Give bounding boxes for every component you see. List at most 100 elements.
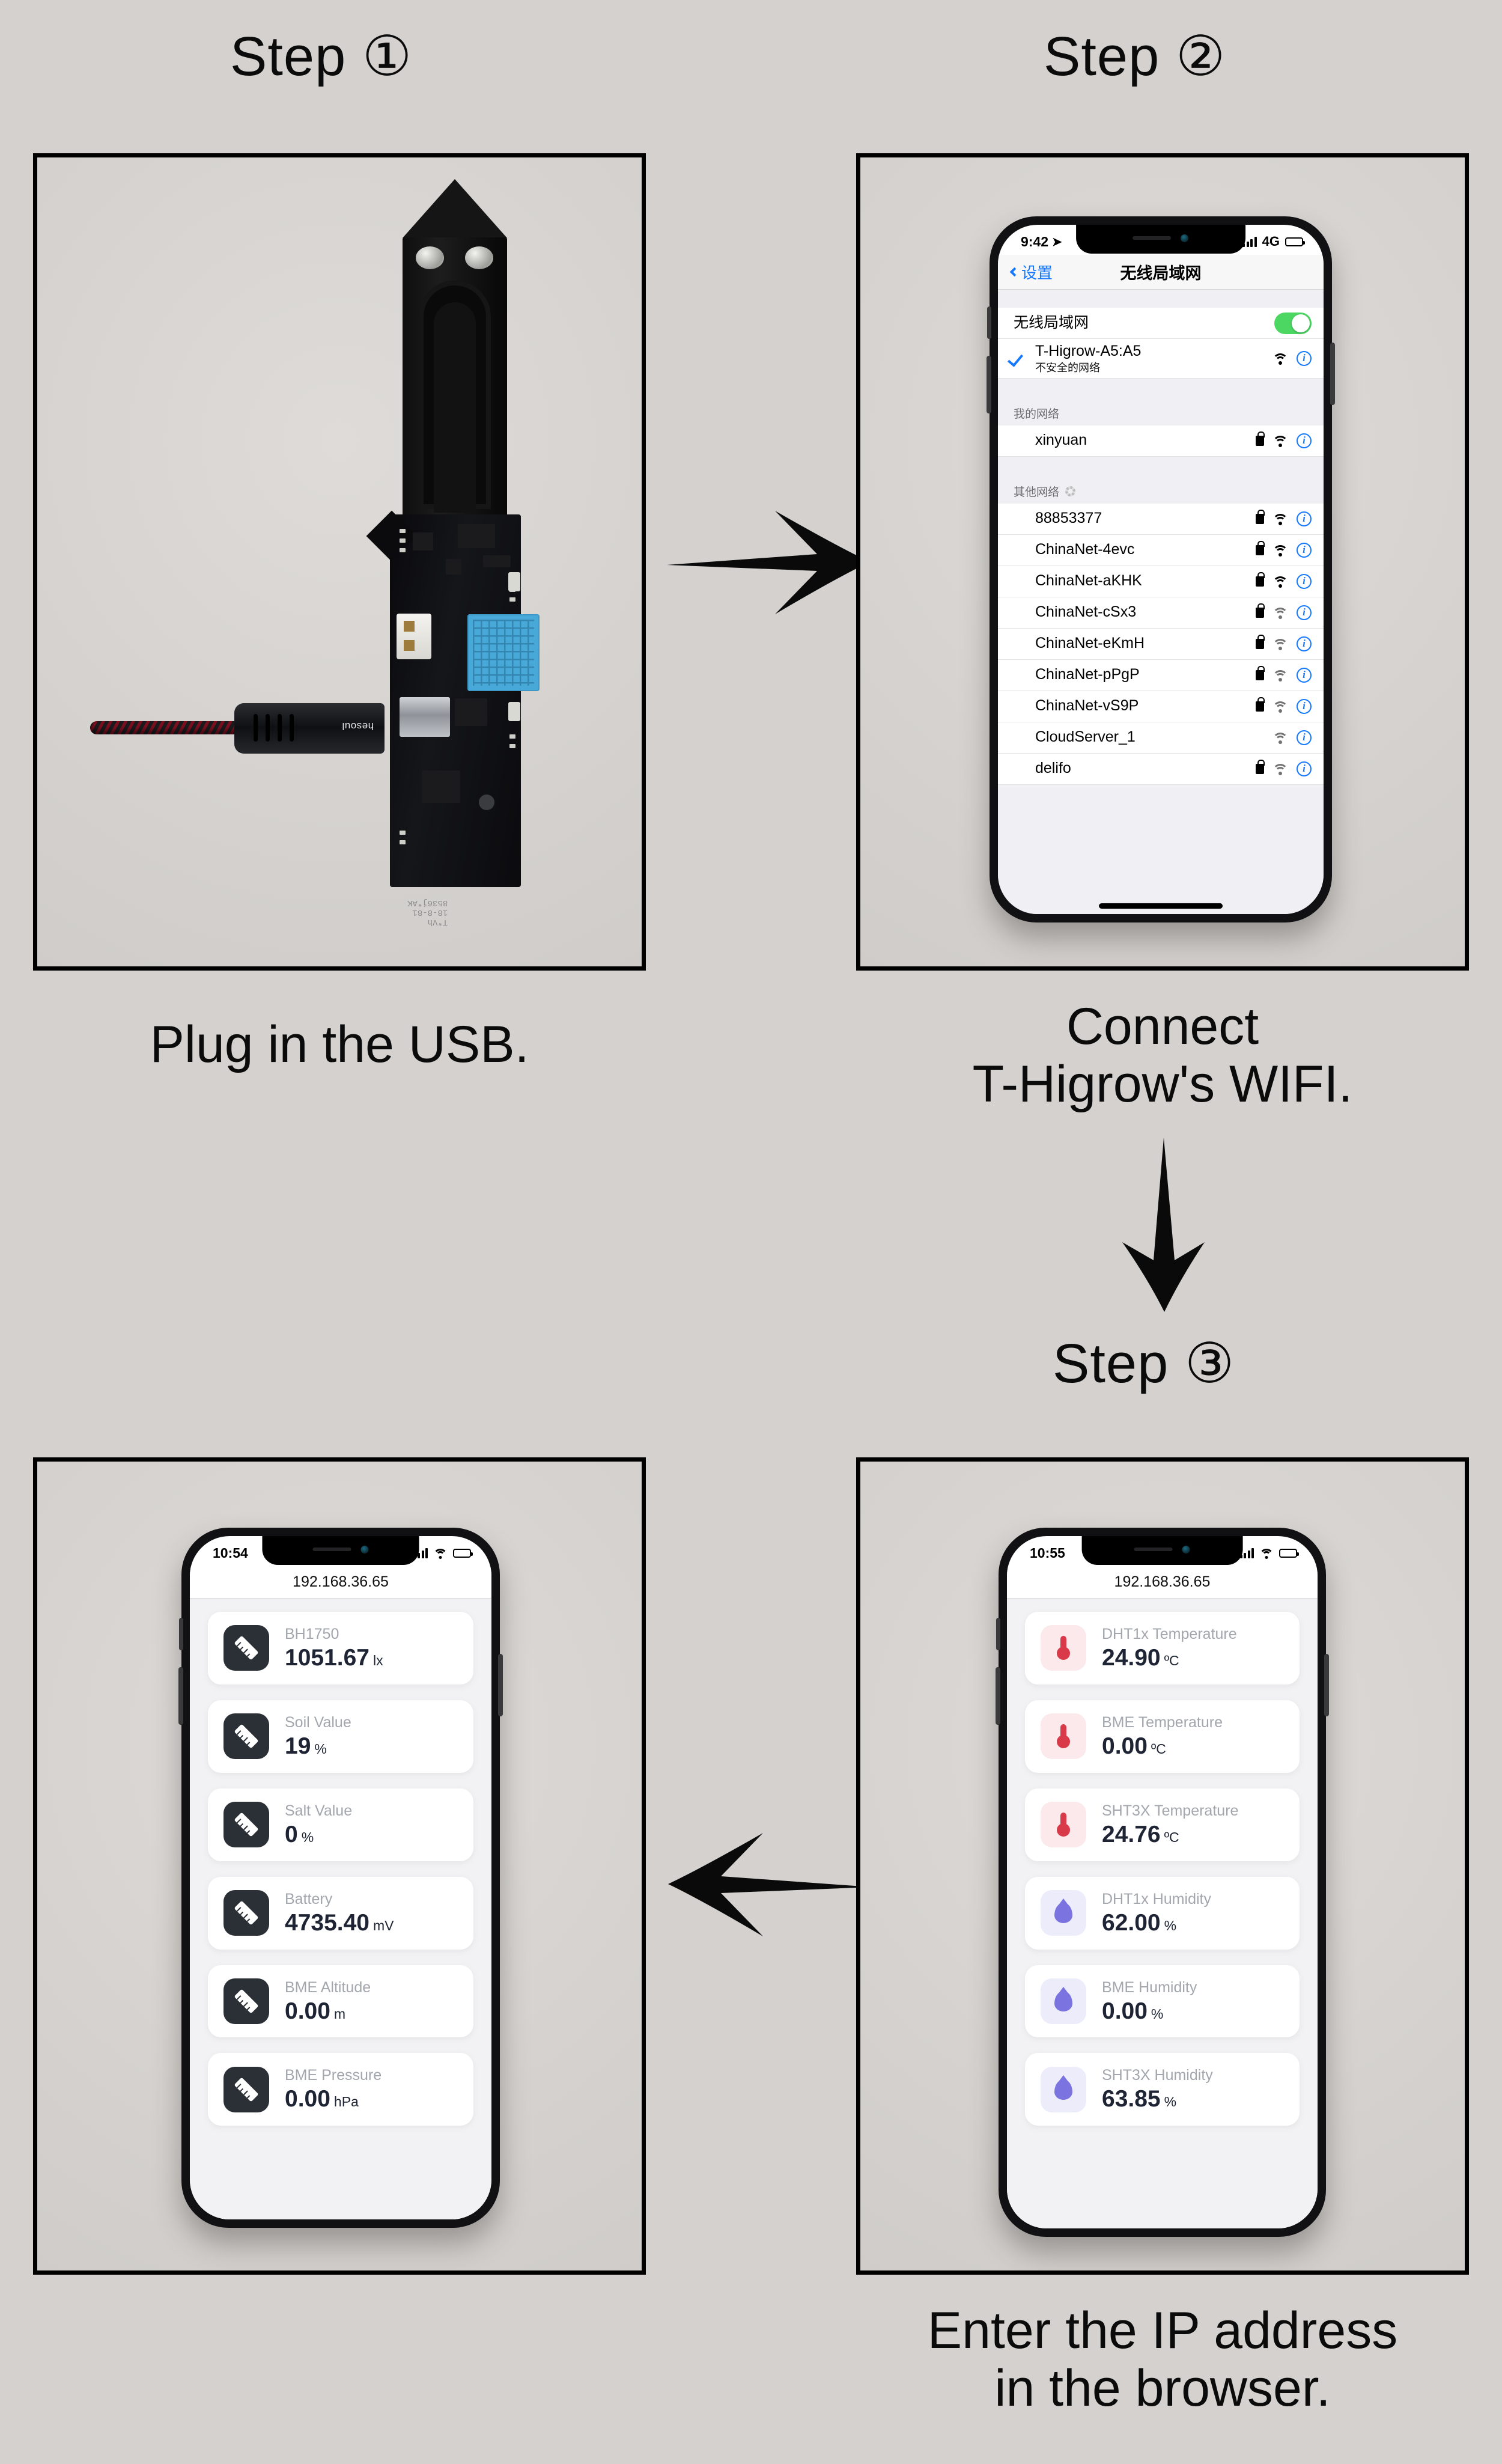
sensor-card[interactable]: BME Altitude 0.00 m xyxy=(208,1965,473,2038)
usb-c-port xyxy=(400,697,450,737)
battery-icon xyxy=(1285,237,1305,246)
info-button[interactable]: i xyxy=(1297,667,1312,683)
network-ssid: delifo xyxy=(1035,760,1071,777)
connected-network-row[interactable]: T-Higrow-A5:A5 不安全的网络 i xyxy=(998,339,1324,379)
sensor-label: DHT1x Humidity xyxy=(1102,1890,1211,1907)
sensor-label: DHT1x Temperature xyxy=(1102,1626,1237,1642)
nav-bar: 设置 无线局域网 xyxy=(998,255,1324,290)
front-camera xyxy=(1181,234,1189,242)
step-1-heading: Step ① xyxy=(230,26,413,87)
notch xyxy=(1076,225,1245,254)
panel-step-3-right-photo: 10:55 192.168.36.65 DHT1x Temperature 24… xyxy=(856,1457,1469,2275)
panel-step-3-left-photo: 10:54 192.168.36.65 BH1750 1051.67 lx So… xyxy=(33,1457,646,2275)
wifi-signal-icon xyxy=(1272,669,1288,682)
sensor-card[interactable]: BME Temperature 0.00 ºC xyxy=(1025,1700,1300,1773)
sensor-label: Battery xyxy=(285,1890,333,1907)
sensor-card[interactable]: Salt Value 0% xyxy=(208,1788,473,1861)
sensor-label: BME Altitude xyxy=(285,1978,371,1996)
phone-screen-wifi: 9:42 ➤ 4G 设置 无线局域网 无线局域网 T-Higrow-A5:A5 … xyxy=(998,225,1324,914)
wifi-toggle-row[interactable]: 无线局域网 xyxy=(998,308,1324,339)
earpiece-speaker xyxy=(312,1548,351,1551)
info-button[interactable]: i xyxy=(1297,511,1312,526)
sensor-value: 0.00 xyxy=(285,2086,330,2112)
sensor-unit: % xyxy=(1164,2094,1177,2110)
info-button[interactable]: i xyxy=(1297,350,1312,366)
network-row[interactable]: ChinaNet-eKmH i xyxy=(998,628,1324,660)
network-row[interactable]: ChinaNet-aKHK i xyxy=(998,566,1324,597)
sensor-card[interactable]: Soil Value 19% xyxy=(208,1700,473,1773)
probe-solder-pad-right xyxy=(465,246,493,269)
info-button[interactable]: i xyxy=(1297,542,1312,558)
browser-url-bar[interactable]: 192.168.36.65 xyxy=(190,1566,491,1599)
sensor-card[interactable]: SHT3X Temperature 24.76 ºC xyxy=(1025,1788,1300,1861)
ruler-icon xyxy=(223,1625,269,1671)
droplet-icon xyxy=(1041,1978,1086,2024)
sensor-card-list-right[interactable]: DHT1x Temperature 24.90 ºC BME Temperatur… xyxy=(1007,1599,1318,2228)
info-button[interactable]: i xyxy=(1297,636,1312,651)
sensor-card[interactable]: BH1750 1051.67 lx xyxy=(208,1612,473,1685)
cable-brand-label: hesoul xyxy=(341,721,374,732)
earpiece-speaker xyxy=(1133,236,1172,240)
usb-plug-housing: hesoul xyxy=(234,703,385,754)
sensor-card[interactable]: SHT3X Humidity 63.85% xyxy=(1025,2053,1300,2126)
network-row[interactable]: ChinaNet-pPgP i xyxy=(998,659,1324,691)
wifi-signal-icon xyxy=(1272,607,1288,619)
info-button[interactable]: i xyxy=(1297,433,1312,448)
sensor-card[interactable]: Battery 4735.40 mV xyxy=(208,1876,473,1950)
back-button[interactable]: 设置 xyxy=(1009,261,1053,283)
lock-icon xyxy=(1256,572,1265,587)
network-ssid: xinyuan xyxy=(1035,432,1087,449)
network-ssid: CloudServer_1 xyxy=(1035,728,1136,746)
wifi-signal-icon xyxy=(1272,435,1288,447)
network-ssid: ChinaNet-4evc xyxy=(1035,541,1135,558)
network-row[interactable]: delifo i xyxy=(998,753,1324,785)
sensor-value: 4735.40 xyxy=(285,1909,369,1936)
info-button[interactable]: i xyxy=(1297,698,1312,714)
sensor-value: 0.00 xyxy=(285,1998,330,2024)
sensor-label: SHT3X Temperature xyxy=(1102,1802,1239,1819)
caption-step-3: Enter the IP address in the browser. xyxy=(927,2302,1398,2418)
droplet-icon xyxy=(1041,1890,1086,1936)
ruler-icon xyxy=(223,1802,269,1848)
info-button[interactable]: i xyxy=(1297,730,1312,745)
wifi-toggle-label: 无线局域网 xyxy=(1014,314,1089,331)
probe-solder-pad-left xyxy=(416,246,444,269)
sensor-card-list-left[interactable]: BH1750 1051.67 lx Soil Value 19% Salt Va… xyxy=(190,1599,491,2219)
sensor-unit: mV xyxy=(372,1917,394,1933)
network-row[interactable]: xinyuan i xyxy=(998,425,1324,457)
settings-list[interactable]: 无线局域网 T-Higrow-A5:A5 不安全的网络 i 我的网络 xinyu… xyxy=(998,290,1324,914)
arrow-left-icon xyxy=(668,1833,871,1936)
network-row[interactable]: CloudServer_1 i xyxy=(998,722,1324,754)
home-indicator xyxy=(1099,903,1223,909)
infographic-page: Step ① Step ② hesoul T*Vh 18-8-81 8536j*… xyxy=(0,0,1502,2464)
sensor-unit: ºC xyxy=(1164,1829,1179,1845)
sensor-card[interactable]: BME Pressure 0.00 hPa xyxy=(208,2053,473,2126)
network-ssid: ChinaNet-cSx3 xyxy=(1035,603,1137,621)
network-row[interactable]: ChinaNet-cSx3 i xyxy=(998,597,1324,629)
sensor-card[interactable]: DHT1x Temperature 24.90 ºC xyxy=(1025,1612,1300,1685)
sensor-value: 0.00 xyxy=(1102,1998,1148,2024)
network-ssid: ChinaNet-aKHK xyxy=(1035,572,1142,590)
checkmark-icon xyxy=(1007,350,1024,368)
network-row[interactable]: ChinaNet-vS9P i xyxy=(998,691,1324,722)
browser-url-bar[interactable]: 192.168.36.65 xyxy=(1007,1566,1318,1599)
info-button[interactable]: i xyxy=(1297,605,1312,620)
ruler-icon xyxy=(223,1978,269,2024)
info-button[interactable]: i xyxy=(1297,761,1312,776)
dht11-sensor xyxy=(467,614,540,691)
sensor-card[interactable]: DHT1x Humidity 62.00% xyxy=(1025,1876,1300,1950)
front-camera xyxy=(360,1545,369,1554)
sensor-value: 19 xyxy=(285,1733,311,1759)
wifi-toggle-switch[interactable] xyxy=(1274,312,1312,334)
step-3-heading: Step ③ xyxy=(1053,1333,1235,1394)
sensor-label: Soil Value xyxy=(285,1713,351,1731)
chevron-left-icon xyxy=(1009,267,1020,277)
location-arrow-icon: ➤ xyxy=(1052,235,1062,249)
sensor-label: Salt Value xyxy=(285,1802,353,1819)
network-row[interactable]: 88853377 i xyxy=(998,503,1324,535)
button-reset xyxy=(508,572,520,591)
sensor-card[interactable]: BME Humidity 0.00% xyxy=(1025,1965,1300,2038)
earpiece-speaker xyxy=(1134,1548,1173,1551)
info-button[interactable]: i xyxy=(1297,573,1312,589)
network-row[interactable]: ChinaNet-4evc i xyxy=(998,534,1324,566)
